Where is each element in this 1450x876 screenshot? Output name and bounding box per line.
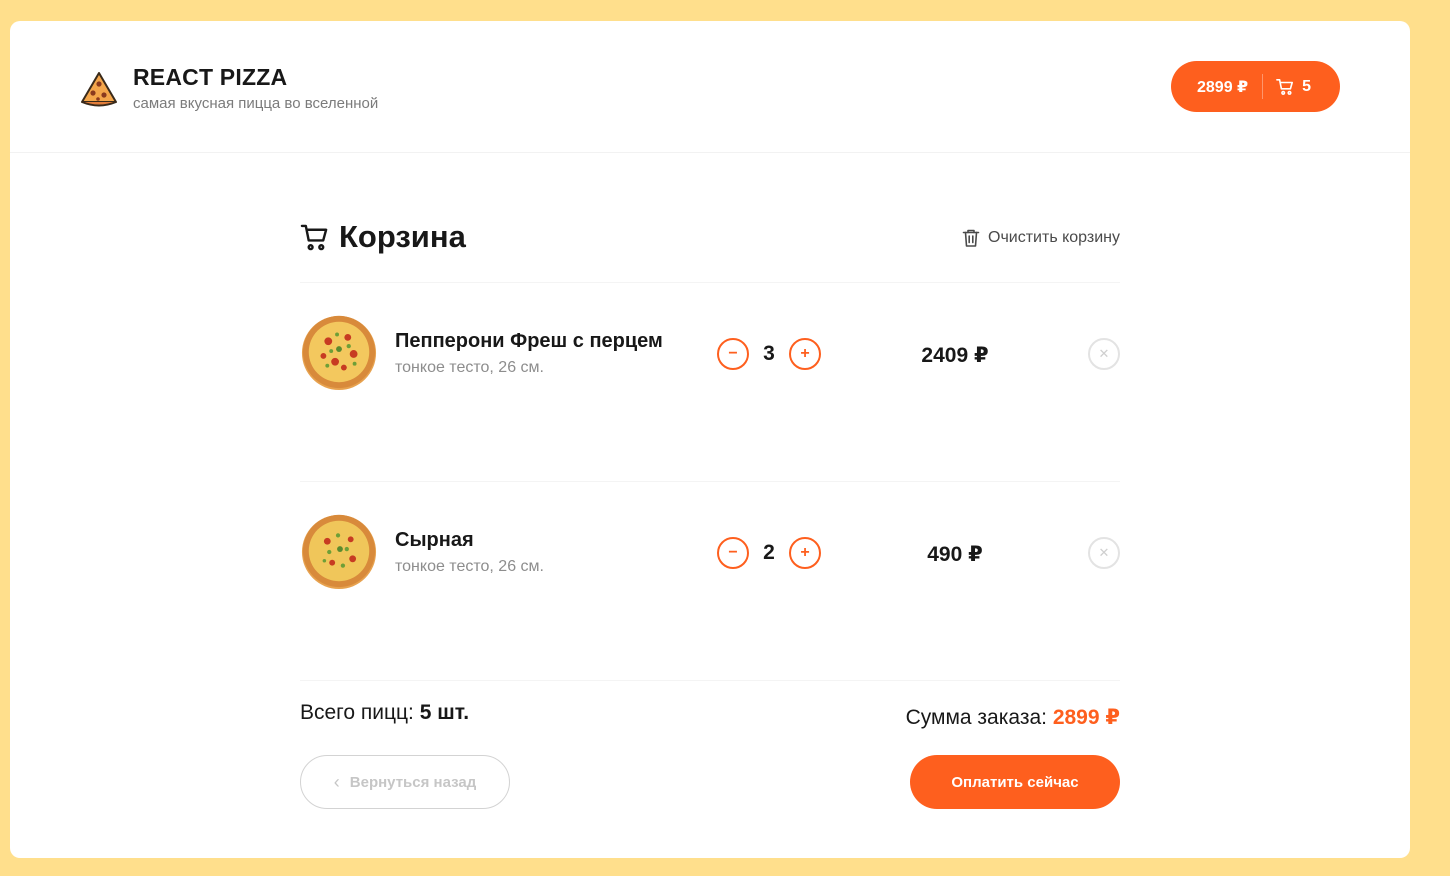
item-counter: − 2 + <box>717 537 821 569</box>
order-sum: Сумма заказа: 2899 ₽ <box>906 705 1120 730</box>
item-desc: тонкое тесто, 26 см. <box>395 558 544 575</box>
item-name: Сырная <box>395 529 474 551</box>
pay-now-button[interactable]: Оплатить сейчас <box>910 755 1120 809</box>
pizza-image <box>301 514 377 590</box>
cart-count: 5 <box>1302 77 1312 95</box>
cart-top: Корзина Очистить корзину <box>300 201 1120 283</box>
item-total: 2409 ₽ <box>921 344 989 367</box>
back-button[interactable]: ‹ Вернуться назад <box>300 755 510 809</box>
page-title: Корзина <box>339 219 466 254</box>
cart-actions: ‹ Вернуться назад Оплатить сейчас <box>300 741 1120 821</box>
cart-icon <box>1276 78 1294 95</box>
close-icon[interactable]: ✕ <box>1088 537 1120 569</box>
cart-item: Сырная тонкое тесто, 26 см. − 2 + 490 ₽ … <box>300 482 1120 681</box>
minus-button[interactable]: − <box>717 338 749 370</box>
cart-total-price: 2899 ₽ <box>1197 78 1249 96</box>
item-desc: тонкое тесто, 26 см. <box>395 359 544 376</box>
close-icon[interactable]: ✕ <box>1088 338 1120 370</box>
item-count: 2 <box>763 541 775 564</box>
order-sum-value: 2899 ₽ <box>1052 706 1120 729</box>
cart-section: Корзина Очистить корзину Пепперони Фреш … <box>300 201 1120 821</box>
page-wrapper: REACT PIZZA самая вкусная пицца во вселе… <box>10 21 1410 858</box>
cart-icon <box>300 224 328 250</box>
trash-icon <box>962 229 980 247</box>
plus-button[interactable]: + <box>789 338 821 370</box>
logo[interactable]: REACT PIZZA самая вкусная пицца во вселе… <box>79 65 378 112</box>
total-pizzas-label: Всего пицц: <box>300 701 414 724</box>
pizza-image <box>301 315 377 391</box>
item-info: Сырная тонкое тесто, 26 см. <box>395 529 544 576</box>
total-pizzas-value: 5 шт. <box>419 701 470 724</box>
item-counter: − 3 + <box>717 338 821 370</box>
order-sum-label: Сумма заказа: <box>905 706 1047 729</box>
minus-button[interactable]: − <box>717 537 749 569</box>
cart-summary: Всего пицц: 5 шт. Сумма заказа: 2899 ₽ <box>300 681 1120 741</box>
item-count: 3 <box>763 342 775 365</box>
divider <box>1262 74 1264 99</box>
item-name: Пепперони Фреш с перцем <box>395 330 663 352</box>
chevron-left-icon: ‹ <box>333 771 340 792</box>
plus-button[interactable]: + <box>789 537 821 569</box>
pizza-logo-icon <box>81 71 117 106</box>
item-total: 490 ₽ <box>927 543 983 566</box>
header-cart-button[interactable]: 2899 ₽ 5 <box>1171 61 1340 112</box>
clear-cart-button[interactable]: Очистить корзину <box>962 228 1120 248</box>
back-label: Вернуться назад <box>349 773 477 791</box>
header: REACT PIZZA самая вкусная пицца во вселе… <box>10 21 1410 153</box>
cart-heading: Корзина <box>300 219 466 255</box>
total-pizzas: Всего пицц: 5 шт. <box>300 701 469 725</box>
clear-cart-label: Очистить корзину <box>988 229 1120 246</box>
brand-tagline: самая вкусная пицца во вселенной <box>133 95 379 112</box>
item-info: Пепперони Фреш с перцем тонкое тесто, 26… <box>395 330 663 377</box>
cart-item: Пепперони Фреш с перцем тонкое тесто, 26… <box>300 283 1120 482</box>
brand-title: REACT PIZZA <box>133 64 288 90</box>
pay-label: Оплатить сейчас <box>951 773 1079 791</box>
